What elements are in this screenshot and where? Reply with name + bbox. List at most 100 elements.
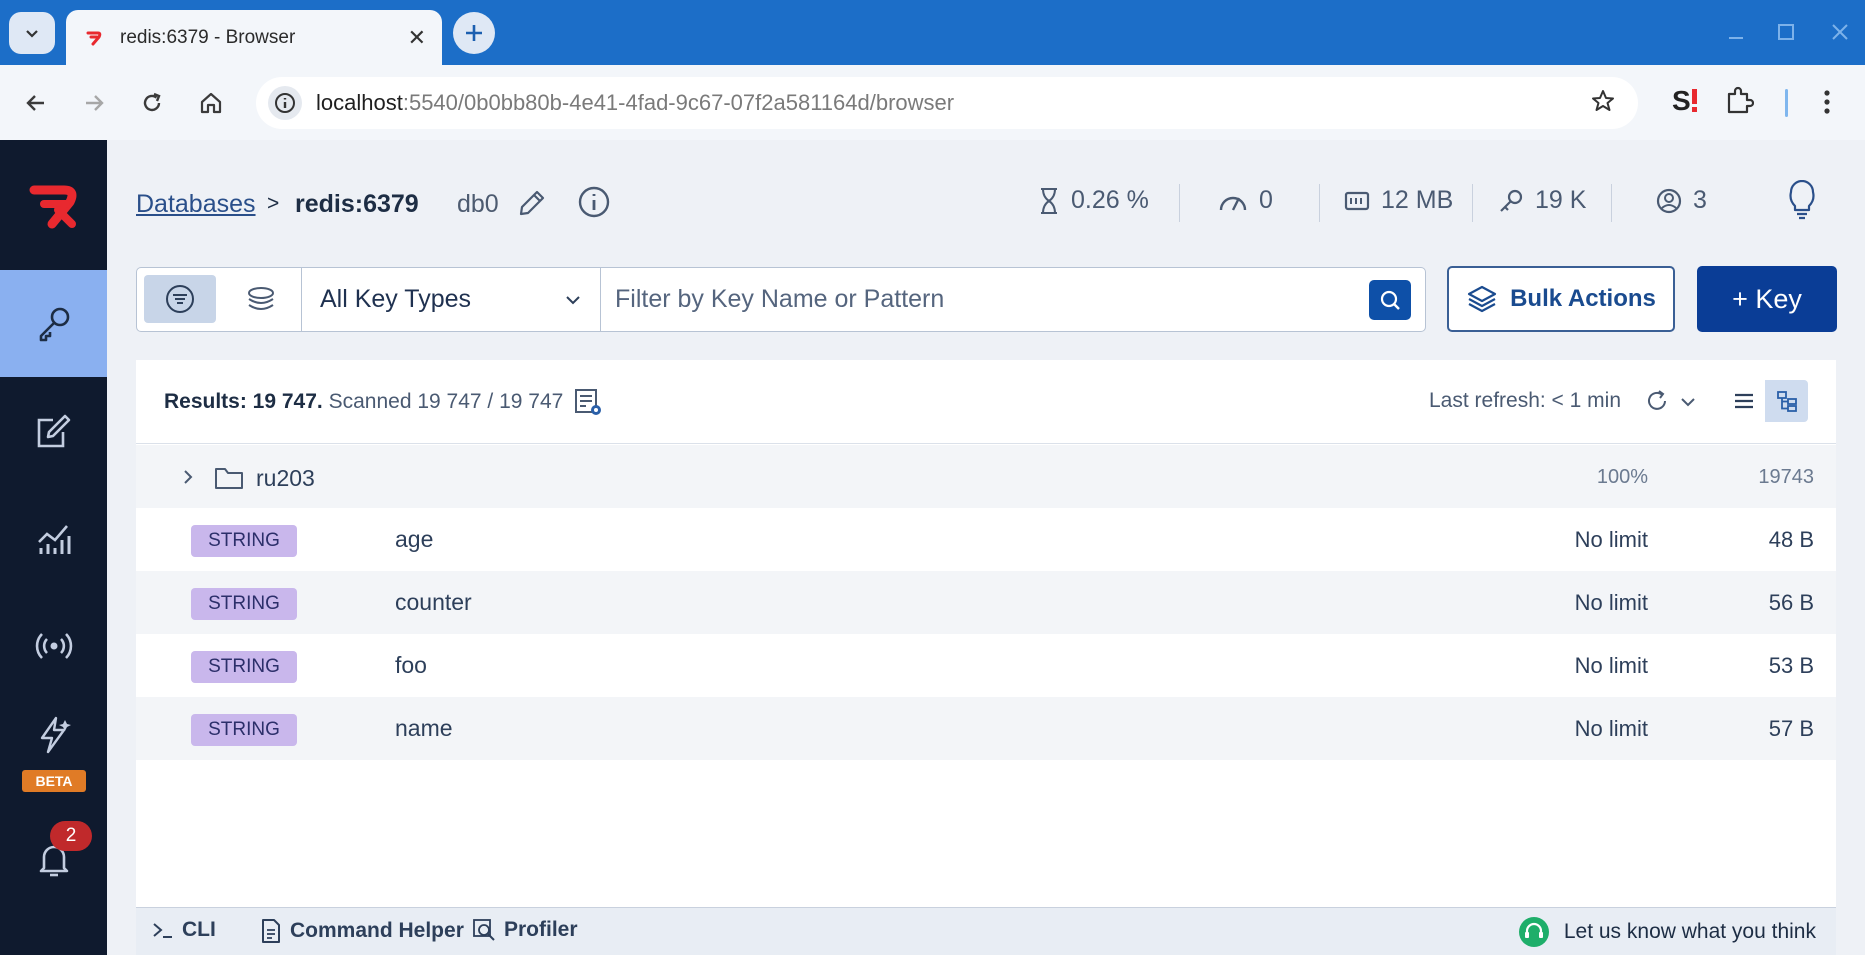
stat-cpu: 0.26 % bbox=[1037, 186, 1149, 215]
back-arrow-icon[interactable] bbox=[18, 85, 54, 121]
sidebar-item-pubsub[interactable] bbox=[0, 592, 107, 699]
sidebar-item-triggers[interactable] bbox=[0, 700, 107, 770]
bookmark-star-icon[interactable] bbox=[1590, 88, 1616, 119]
stat-keys: 19 K bbox=[1497, 186, 1586, 215]
redis-logo-icon[interactable] bbox=[28, 180, 80, 232]
folder-row[interactable]: ru203 100% 19743 bbox=[136, 445, 1836, 508]
sidebar-item-analytics[interactable] bbox=[0, 485, 107, 592]
site-info-icon[interactable] bbox=[268, 86, 302, 120]
breadcrumb-current-db: redis:6379 bbox=[295, 190, 419, 218]
tab-search-button[interactable] bbox=[9, 12, 55, 54]
stat-divider bbox=[1472, 184, 1473, 222]
key-type-badge: STRING bbox=[191, 651, 297, 683]
bolt-icon bbox=[40, 716, 71, 754]
home-icon[interactable] bbox=[193, 85, 229, 121]
list-view-button[interactable] bbox=[1722, 380, 1765, 422]
memory-icon bbox=[1344, 191, 1370, 210]
chevron-right-icon[interactable] bbox=[180, 467, 196, 487]
key-size: 56 B bbox=[1768, 590, 1814, 615]
lightbulb-icon[interactable] bbox=[1787, 180, 1817, 220]
key-ttl: No limit bbox=[1574, 527, 1648, 552]
refresh-icon[interactable] bbox=[1644, 388, 1670, 414]
table-row[interactable]: STRING name No limit 57 B bbox=[136, 697, 1836, 760]
terminal-prompt-icon bbox=[153, 923, 172, 938]
extension-s-icon[interactable]: S bbox=[1670, 83, 1702, 117]
bulk-actions-button[interactable]: Bulk Actions bbox=[1447, 266, 1675, 332]
key-small-icon bbox=[1500, 189, 1523, 212]
browser-toolbar: localhost:5540/0b0bb80b-4e41-4fad-9c67-0… bbox=[0, 65, 1865, 140]
profiler-button[interactable]: Profiler bbox=[472, 918, 578, 942]
key-ttl: No limit bbox=[1574, 716, 1648, 741]
stat-clients-value: 3 bbox=[1693, 186, 1707, 214]
key-size: 53 B bbox=[1768, 653, 1814, 678]
filter-icon bbox=[166, 285, 194, 313]
sidebar-item-workbench[interactable] bbox=[0, 377, 107, 484]
command-helper-button[interactable]: Command Helper bbox=[260, 918, 464, 944]
sidebar-item-browser[interactable] bbox=[0, 270, 107, 377]
key-ttl: No limit bbox=[1574, 653, 1648, 678]
feedback-link[interactable]: Let us know what you think bbox=[1518, 916, 1816, 948]
forward-arrow-icon[interactable] bbox=[76, 85, 112, 121]
bulk-actions-label: Bulk Actions bbox=[1510, 285, 1656, 312]
chevron-down-icon bbox=[26, 30, 38, 38]
extensions-puzzle-icon[interactable] bbox=[1724, 85, 1754, 115]
key-icon bbox=[39, 307, 69, 341]
kebab-menu-icon[interactable] bbox=[1818, 87, 1836, 117]
folder-key-count: 19743 bbox=[1758, 466, 1814, 488]
scan-settings-icon[interactable] bbox=[572, 386, 604, 418]
search-icon bbox=[1380, 290, 1400, 310]
window-close-icon[interactable] bbox=[1826, 18, 1854, 46]
table-row[interactable]: STRING foo No limit 53 B bbox=[136, 634, 1836, 697]
cli-label: CLI bbox=[182, 918, 216, 941]
cli-button[interactable]: CLI bbox=[152, 918, 216, 942]
breadcrumb-databases-link[interactable]: Databases bbox=[136, 190, 256, 219]
key-name: counter bbox=[395, 589, 472, 615]
add-key-button[interactable]: + Key bbox=[1697, 266, 1837, 332]
notification-count-badge: 2 bbox=[50, 821, 92, 851]
command-helper-label: Command Helper bbox=[290, 919, 464, 942]
key-name: age bbox=[395, 526, 434, 552]
layers-icon bbox=[1467, 285, 1497, 313]
stat-divider bbox=[1611, 184, 1612, 222]
url-host: localhost bbox=[316, 90, 403, 115]
info-icon[interactable] bbox=[577, 185, 611, 219]
beta-badge: BETA bbox=[22, 770, 86, 792]
last-refresh-label: Last refresh: < 1 min bbox=[1429, 389, 1622, 412]
key-list-panel: Results: 19 747. Scanned 19 747 / 19 747… bbox=[136, 360, 1836, 955]
new-tab-button[interactable] bbox=[453, 12, 495, 54]
tab-close-icon[interactable]: ✕ bbox=[408, 25, 426, 51]
auto-refresh-chevron-down-icon[interactable] bbox=[1679, 394, 1697, 410]
plus-icon bbox=[466, 25, 482, 41]
folder-icon bbox=[215, 468, 243, 489]
key-search-input[interactable] bbox=[615, 276, 1345, 322]
table-row[interactable]: STRING age No limit 48 B bbox=[136, 508, 1836, 571]
browser-tab[interactable]: redis:6379 - Browser ✕ bbox=[66, 10, 442, 65]
key-type-select[interactable]: All Key Types bbox=[301, 268, 601, 331]
toolbar-divider bbox=[1785, 89, 1788, 117]
chart-icon bbox=[37, 524, 70, 554]
user-icon bbox=[1656, 188, 1682, 213]
filter-mode-pattern-button[interactable] bbox=[144, 275, 216, 323]
url-text[interactable]: localhost:5540/0b0bb80b-4e41-4fad-9c67-0… bbox=[316, 90, 1590, 116]
maximize-icon[interactable] bbox=[1772, 18, 1800, 46]
key-name: name bbox=[395, 715, 453, 741]
reload-icon[interactable] bbox=[134, 85, 170, 121]
key-type-badge: STRING bbox=[191, 525, 297, 557]
stat-memory-value: 12 MB bbox=[1381, 186, 1454, 214]
feedback-label: Let us know what you think bbox=[1563, 920, 1816, 943]
address-bar[interactable]: localhost:5540/0b0bb80b-4e41-4fad-9c67-0… bbox=[256, 77, 1638, 129]
pencil-icon[interactable] bbox=[517, 188, 547, 218]
stat-memory: 12 MB bbox=[1343, 186, 1453, 215]
broadcast-icon bbox=[35, 632, 72, 659]
minimize-icon[interactable] bbox=[1722, 18, 1750, 46]
chevron-down-icon bbox=[566, 295, 580, 304]
stat-ops: 0 bbox=[1217, 186, 1273, 215]
table-row[interactable]: STRING counter No limit 56 B bbox=[136, 571, 1836, 634]
main-content: Databases > redis:6379 db0 0.26 % 0 12 M… bbox=[107, 140, 1865, 955]
tree-view-button[interactable] bbox=[1765, 380, 1808, 422]
search-button[interactable] bbox=[1369, 280, 1411, 320]
redis-insight-app: BETA 2 Databases > redis:6379 db0 0.26 %… bbox=[0, 140, 1865, 955]
filter-mode-search-index-button[interactable] bbox=[225, 275, 297, 323]
key-filter-bar: All Key Types bbox=[136, 267, 1426, 332]
tab-title: redis:6379 - Browser bbox=[120, 26, 296, 48]
